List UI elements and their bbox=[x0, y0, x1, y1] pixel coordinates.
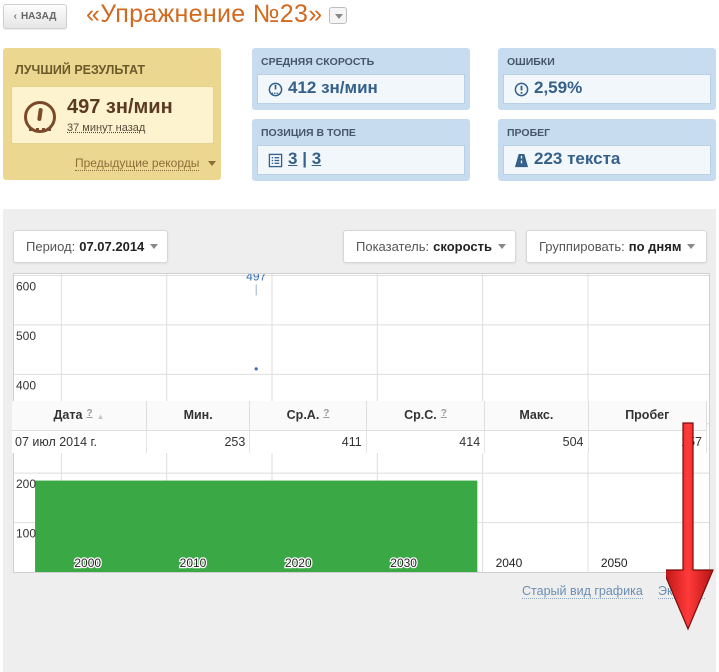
top-position-link-a[interactable]: 3 bbox=[288, 149, 297, 168]
errors-card: ОШИБКИ 2,59% bbox=[498, 48, 716, 110]
table-header-label: Ср.А. bbox=[286, 408, 320, 423]
annotation-arrow bbox=[666, 422, 714, 631]
chart-point bbox=[254, 367, 258, 371]
table-cell: 07 июл 2014 г. bbox=[12, 430, 147, 453]
list-icon bbox=[268, 153, 283, 168]
help-icon[interactable]: ? bbox=[323, 408, 329, 419]
errors-box: 2,59% bbox=[503, 74, 711, 104]
table-cell: 253 bbox=[146, 430, 251, 453]
road-icon bbox=[514, 153, 529, 168]
top-position-separator: | bbox=[302, 149, 307, 168]
mileage-value: 223 текста bbox=[534, 149, 621, 168]
x-tick-label: 2050 bbox=[601, 556, 628, 570]
table-header-row: Дата? ▲ Мин. Ср.А.? Ср.С.? Макс. Пробег bbox=[12, 401, 708, 431]
caret-down-icon bbox=[497, 244, 506, 249]
alert-circle-icon bbox=[514, 82, 529, 97]
table-header-label: Дата bbox=[53, 408, 83, 423]
x-tick-label: 2040 bbox=[496, 556, 523, 570]
table-header-label: Пробег bbox=[625, 408, 670, 423]
table-header-label: Мин. bbox=[183, 408, 213, 423]
sort-asc-icon[interactable]: ▲ bbox=[97, 412, 105, 421]
errors-label: ОШИБКИ bbox=[507, 56, 555, 68]
table-cell: 411 bbox=[249, 430, 367, 453]
table-header-cell[interactable]: Дата? ▲ bbox=[12, 401, 147, 431]
top-position-values: 3 | 3 bbox=[288, 149, 321, 169]
group-label: Группировать: bbox=[539, 239, 625, 254]
help-icon[interactable]: ? bbox=[86, 408, 92, 419]
caret-down-icon bbox=[150, 244, 159, 249]
y-tick-label: 500 bbox=[16, 329, 36, 343]
top-position-link-b[interactable]: 3 bbox=[312, 149, 321, 168]
table-cell: 504 bbox=[484, 430, 589, 453]
y-tick-label: 400 bbox=[16, 378, 36, 392]
title-dropdown-button[interactable] bbox=[329, 7, 347, 24]
x-tick-label: 2020 bbox=[285, 556, 312, 570]
table-cell: 414 bbox=[366, 430, 486, 453]
page-title: «Упражнение №23» bbox=[86, 0, 323, 28]
top-position-label: ПОЗИЦИЯ В ТОПЕ bbox=[261, 127, 356, 139]
table-header-cell[interactable]: Мин. bbox=[146, 401, 251, 431]
old-chart-view-link[interactable]: Старый вид графика bbox=[522, 584, 643, 599]
x-tick-label: 2000 bbox=[74, 556, 101, 570]
period-select[interactable]: Период: 07.07.2014 bbox=[13, 230, 168, 263]
period-value: 07.07.2014 bbox=[79, 239, 145, 254]
metric-value: скорость bbox=[433, 239, 492, 254]
avg-speed-label: СРЕДНЯЯ СКОРОСТЬ bbox=[261, 56, 375, 68]
y-tick-label: 200 bbox=[16, 477, 36, 491]
table-header-label: Ср.С. bbox=[404, 408, 437, 423]
group-select[interactable]: Группировать: по дням bbox=[526, 230, 707, 263]
x-tick-label: 2030 bbox=[390, 556, 417, 570]
mileage-label: ПРОБЕГ bbox=[507, 127, 551, 139]
avg-speed-card: СРЕДНЯЯ СКОРОСТЬ 412 зн/мин bbox=[252, 48, 470, 110]
group-value: по дням bbox=[628, 239, 682, 254]
table-header-cell[interactable]: Ср.С.? bbox=[366, 401, 486, 431]
errors-value: 2,59% bbox=[534, 78, 583, 97]
y-tick-label: 100 bbox=[16, 527, 36, 541]
chevron-down-icon bbox=[208, 161, 216, 166]
mileage-card: ПРОБЕГ 223 текста bbox=[498, 119, 716, 181]
best-result-value: 497 зн/мин bbox=[67, 96, 173, 118]
previous-records-link[interactable]: Предыдущие рекорды bbox=[75, 156, 200, 171]
x-tick-label: 2010 bbox=[180, 556, 207, 570]
table-header-cell[interactable]: Макс. bbox=[484, 401, 589, 431]
chevron-left-icon: ‹ bbox=[13, 11, 17, 22]
speedometer-icon bbox=[24, 101, 56, 133]
avg-speed-value: 412 зн/мин bbox=[288, 78, 378, 97]
avg-speed-box: 412 зн/мин bbox=[257, 74, 465, 104]
period-label: Период: bbox=[26, 239, 76, 254]
best-result-card: ЛУЧШИЙ РЕЗУЛЬТАТ 497 зн/мин 37 минут наз… bbox=[3, 48, 221, 180]
results-table: Дата? ▲ Мин. Ср.А.? Ср.С.? Макс. Пробег 07 июл… bbox=[12, 401, 708, 453]
back-button-label: НАЗАД bbox=[20, 11, 57, 22]
metric-label: Показатель: bbox=[356, 239, 430, 254]
top-position-card: ПОЗИЦИЯ В ТОПЕ 3 | 3 bbox=[252, 119, 470, 181]
best-result-time[interactable]: 37 минут назад bbox=[67, 122, 145, 134]
metric-select[interactable]: Показатель: скорость bbox=[343, 230, 516, 263]
mileage-box: 223 текста bbox=[503, 145, 711, 175]
table-row: 07 июл 2014 г.253411414504157 bbox=[12, 430, 708, 453]
back-button[interactable]: ‹ НАЗАД bbox=[3, 4, 67, 29]
table-header-label: Макс. bbox=[519, 408, 554, 423]
table-header-cell[interactable]: Ср.А.? bbox=[249, 401, 367, 431]
top-position-box: 3 | 3 bbox=[257, 145, 465, 175]
y-tick-label: 600 bbox=[16, 279, 36, 293]
best-result-box: 497 зн/мин 37 минут назад bbox=[11, 86, 214, 144]
caret-down-icon bbox=[687, 244, 696, 249]
best-result-label: ЛУЧШИЙ РЕЗУЛЬТАТ bbox=[15, 63, 146, 77]
chart-point-label: 497 bbox=[246, 274, 266, 283]
help-icon[interactable]: ? bbox=[441, 408, 447, 419]
speedometer-icon bbox=[268, 82, 283, 97]
